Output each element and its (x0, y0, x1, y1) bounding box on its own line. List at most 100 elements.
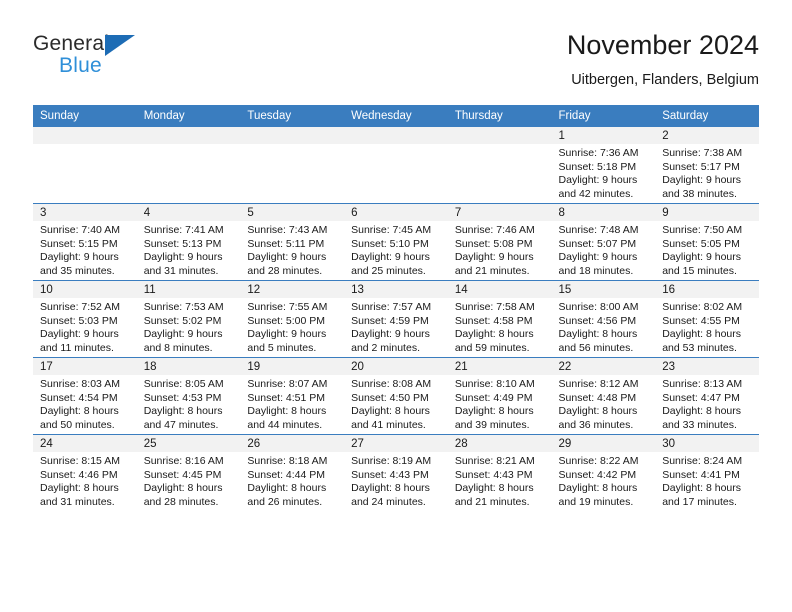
calendar-day-cell[interactable]: 30 Sunrise: 8:24 AM Sunset: 4:41 PM Dayligh… (655, 434, 759, 511)
day-content: 10 Sunrise: 7:52 AM Sunset: 5:03 PM Dayligh… (33, 281, 137, 357)
day-sun-info: Sunrise: 8:13 AM Sunset: 4:47 PM Daylight:… (655, 375, 759, 432)
daylight-text-line2: and 31 minutes. (143, 264, 219, 277)
daylight-text-line1: Daylight: 8 hours (662, 405, 742, 418)
day-sun-info: Sunrise: 8:05 AM Sunset: 4:53 PM Daylight:… (137, 375, 241, 432)
calendar-day-cell[interactable]: 14 Sunrise: 7:58 AM Sunset: 4:58 PM Dayligh… (447, 280, 552, 358)
sunset-text: Sunset: 4:58 PM (454, 314, 533, 327)
day-content: 20 Sunrise: 8:08 AM Sunset: 4:50 PM Dayligh… (344, 358, 448, 434)
day-sun-info: Sunrise: 8:02 AM Sunset: 4:55 PM Daylight:… (655, 298, 759, 355)
weekday-header-monday: Monday (136, 105, 241, 127)
generalblue-logo[interactable]: General Blue (33, 32, 213, 88)
daylight-text-line1: Daylight: 8 hours (454, 328, 534, 341)
day-content: 11 Sunrise: 7:53 AM Sunset: 5:02 PM Dayligh… (136, 281, 241, 357)
daylight-text-line1: Daylight: 9 hours (662, 251, 742, 264)
day-sun-info: Sunrise: 8:18 AM Sunset: 4:44 PM Daylight:… (240, 452, 344, 509)
calendar-day-cell[interactable]: 13 Sunrise: 7:57 AM Sunset: 4:59 PM Dayligh… (344, 280, 448, 358)
day-number (33, 127, 137, 144)
day-sun-info: Sunrise: 7:58 AM Sunset: 4:58 PM Daylight:… (448, 298, 552, 355)
sunset-text: Sunset: 5:17 PM (662, 160, 740, 173)
day-number: 8 (551, 204, 656, 221)
sunset-text: Sunset: 4:42 PM (558, 468, 637, 481)
calendar-day-cell[interactable]: 9 Sunrise: 7:50 AM Sunset: 5:05 PM Daylight… (655, 203, 759, 281)
day-sun-info: Sunrise: 8:07 AM Sunset: 4:51 PM Daylight:… (240, 375, 344, 432)
calendar-day-cell-empty (136, 127, 241, 204)
calendar-day-cell[interactable]: 5 Sunrise: 7:43 AM Sunset: 5:11 PM Daylight… (240, 203, 345, 281)
daylight-text-line1: Daylight: 8 hours (558, 482, 638, 495)
calendar-day-cell[interactable]: 11 Sunrise: 7:53 AM Sunset: 5:02 PM Dayligh… (136, 280, 241, 358)
calendar-day-cell[interactable]: 3 Sunrise: 7:40 AM Sunset: 5:15 PM Daylight… (33, 203, 137, 281)
daylight-text-line2: and 33 minutes. (662, 418, 737, 431)
calendar-day-cell[interactable]: 17 Sunrise: 8:03 AM Sunset: 4:54 PM Dayligh… (33, 357, 137, 435)
sunrise-text: Sunrise: 8:18 AM (247, 455, 328, 467)
day-number: 13 (344, 281, 448, 298)
weekday-header-wednesday: Wednesday (344, 105, 448, 127)
sunrise-text: Sunrise: 7:41 AM (143, 224, 224, 236)
weekday-header-friday: Friday (551, 105, 656, 127)
calendar-day-cell[interactable]: 20 Sunrise: 8:08 AM Sunset: 4:50 PM Dayligh… (344, 357, 448, 435)
calendar-day-cell[interactable]: 8 Sunrise: 7:48 AM Sunset: 5:07 PM Daylight… (551, 203, 656, 281)
sunset-text: Sunset: 5:10 PM (351, 237, 429, 250)
daylight-text-line2: and 21 minutes. (454, 495, 530, 508)
daylight-text-line2: and 28 minutes. (143, 495, 219, 508)
calendar-day-cell[interactable]: 26 Sunrise: 8:18 AM Sunset: 4:44 PM Dayligh… (240, 434, 345, 511)
sunset-text: Sunset: 5:05 PM (662, 237, 740, 250)
daylight-text-line2: and 42 minutes. (558, 187, 634, 200)
daylight-text-line2: and 18 minutes. (558, 264, 634, 277)
day-content: 24 Sunrise: 8:15 AM Sunset: 4:46 PM Dayligh… (33, 435, 137, 511)
day-sun-info: Sunrise: 8:22 AM Sunset: 4:42 PM Daylight:… (552, 452, 656, 509)
calendar-day-cell[interactable]: 21 Sunrise: 8:10 AM Sunset: 4:49 PM Dayligh… (447, 357, 552, 435)
day-content: 9 Sunrise: 7:50 AM Sunset: 5:05 PM Daylight… (655, 204, 759, 280)
calendar-day-cell[interactable]: 10 Sunrise: 7:52 AM Sunset: 5:03 PM Dayligh… (33, 280, 137, 358)
day-number: 10 (33, 281, 137, 298)
calendar-day-cell[interactable]: 25 Sunrise: 8:16 AM Sunset: 4:45 PM Dayligh… (136, 434, 241, 511)
day-content: 1 Sunrise: 7:36 AM Sunset: 5:18 PM Daylight… (551, 127, 656, 203)
sunset-text: Sunset: 5:02 PM (143, 314, 222, 327)
day-number: 27 (344, 435, 448, 452)
weekday-header-thursday: Thursday (447, 105, 552, 127)
daylight-text-line2: and 44 minutes. (247, 418, 323, 431)
calendar-day-cell[interactable]: 15 Sunrise: 8:00 AM Sunset: 4:56 PM Dayligh… (551, 280, 656, 358)
day-number: 1 (551, 127, 656, 144)
daylight-text-line2: and 21 minutes. (454, 264, 530, 277)
calendar-day-cell[interactable]: 23 Sunrise: 8:13 AM Sunset: 4:47 PM Dayligh… (655, 357, 759, 435)
calendar-day-cell[interactable]: 29 Sunrise: 8:22 AM Sunset: 4:42 PM Dayligh… (551, 434, 656, 511)
weekday-header-saturday: Saturday (655, 105, 759, 127)
calendar-day-cell[interactable]: 4 Sunrise: 7:41 AM Sunset: 5:13 PM Daylight… (136, 203, 241, 281)
calendar-day-cell[interactable]: 27 Sunrise: 8:19 AM Sunset: 4:43 PM Dayligh… (344, 434, 448, 511)
day-number (240, 127, 345, 144)
calendar-day-cell[interactable]: 19 Sunrise: 8:07 AM Sunset: 4:51 PM Dayligh… (240, 357, 345, 435)
sunrise-text: Sunrise: 8:16 AM (143, 455, 224, 467)
day-content: 18 Sunrise: 8:05 AM Sunset: 4:53 PM Dayligh… (136, 358, 241, 434)
calendar-day-cell[interactable]: 18 Sunrise: 8:05 AM Sunset: 4:53 PM Dayligh… (136, 357, 241, 435)
calendar-day-cell[interactable]: 1 Sunrise: 7:36 AM Sunset: 5:18 PM Daylight… (551, 127, 656, 204)
day-content: 16 Sunrise: 8:02 AM Sunset: 4:55 PM Dayligh… (655, 281, 759, 357)
day-content: 8 Sunrise: 7:48 AM Sunset: 5:07 PM Daylight… (551, 204, 656, 280)
calendar-day-cell[interactable]: 16 Sunrise: 8:02 AM Sunset: 4:55 PM Dayligh… (655, 280, 759, 358)
daylight-text-line2: and 5 minutes. (247, 341, 317, 354)
calendar-day-cell[interactable]: 24 Sunrise: 8:15 AM Sunset: 4:46 PM Dayligh… (33, 434, 137, 511)
sunset-text: Sunset: 5:07 PM (558, 237, 637, 250)
daylight-text-line1: Daylight: 9 hours (247, 251, 327, 264)
day-number: 15 (551, 281, 656, 298)
day-content: 25 Sunrise: 8:16 AM Sunset: 4:45 PM Dayligh… (136, 435, 241, 511)
sunset-text: Sunset: 5:08 PM (454, 237, 533, 250)
daylight-text-line2: and 59 minutes. (454, 341, 530, 354)
daylight-text-line1: Daylight: 9 hours (40, 328, 119, 341)
calendar-day-cell[interactable]: 2 Sunrise: 7:38 AM Sunset: 5:17 PM Daylight… (655, 127, 759, 204)
day-number: 18 (136, 358, 241, 375)
calendar-day-cell[interactable]: 6 Sunrise: 7:45 AM Sunset: 5:10 PM Daylight… (344, 203, 448, 281)
calendar-day-cell[interactable]: 12 Sunrise: 7:55 AM Sunset: 5:00 PM Dayligh… (240, 280, 345, 358)
calendar-day-cell-empty (344, 127, 448, 204)
day-sun-info: Sunrise: 8:00 AM Sunset: 4:56 PM Daylight:… (552, 298, 656, 355)
month-calendar-table: Sunday Monday Tuesday Wednesday Thursday… (33, 105, 759, 511)
day-content: 27 Sunrise: 8:19 AM Sunset: 4:43 PM Dayligh… (344, 435, 448, 511)
weekday-header-sunday: Sunday (33, 105, 137, 127)
sunrise-text: Sunrise: 8:00 AM (558, 301, 639, 313)
day-content: 6 Sunrise: 7:45 AM Sunset: 5:10 PM Daylight… (344, 204, 448, 280)
calendar-day-cell[interactable]: 28 Sunrise: 8:21 AM Sunset: 4:43 PM Dayligh… (447, 434, 552, 511)
calendar-day-cell[interactable]: 7 Sunrise: 7:46 AM Sunset: 5:08 PM Daylight… (447, 203, 552, 281)
logo-text-general: General (33, 32, 110, 55)
daylight-text-line1: Daylight: 8 hours (247, 405, 327, 418)
day-number: 16 (655, 281, 759, 298)
calendar-day-cell[interactable]: 22 Sunrise: 8:12 AM Sunset: 4:48 PM Dayligh… (551, 357, 656, 435)
